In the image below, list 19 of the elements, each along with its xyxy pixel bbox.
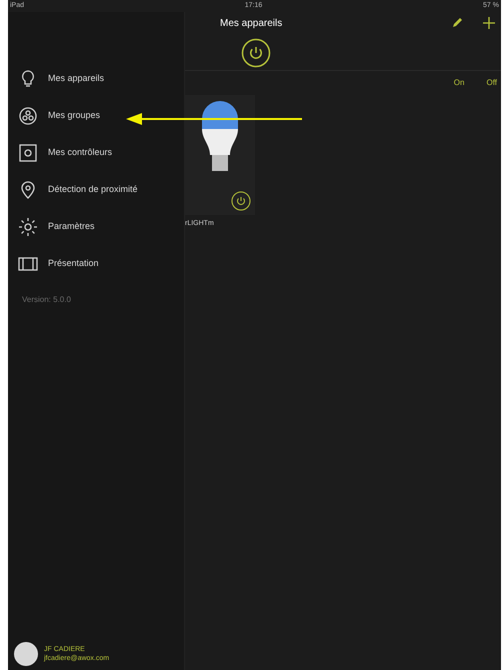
- group-icon: [18, 106, 38, 126]
- off-button[interactable]: Off: [486, 77, 497, 89]
- menu-item[interactable]: Mes appareils: [8, 60, 184, 97]
- settings-icon: [18, 216, 38, 236]
- menu-item[interactable]: Mes groupes: [8, 97, 184, 134]
- menu-item[interactable]: Paramètres: [8, 208, 184, 245]
- page-title: Mes appareils: [220, 16, 282, 30]
- device-card[interactable]: [185, 95, 255, 215]
- avatar-icon: [14, 642, 38, 666]
- plus-icon[interactable]: [483, 17, 495, 29]
- menu-item[interactable]: Détection de proximité: [8, 171, 184, 208]
- menu-item[interactable]: Présentation: [8, 245, 184, 282]
- power-button[interactable]: [241, 38, 271, 68]
- on-button[interactable]: On: [454, 77, 464, 89]
- pencil-icon[interactable]: [451, 17, 463, 29]
- version-label: Version: 5.0.0: [21, 294, 72, 306]
- device-power-button[interactable]: [231, 191, 251, 211]
- controller-icon: [18, 142, 38, 162]
- menu-item[interactable]: Mes contrôleurs: [8, 134, 184, 171]
